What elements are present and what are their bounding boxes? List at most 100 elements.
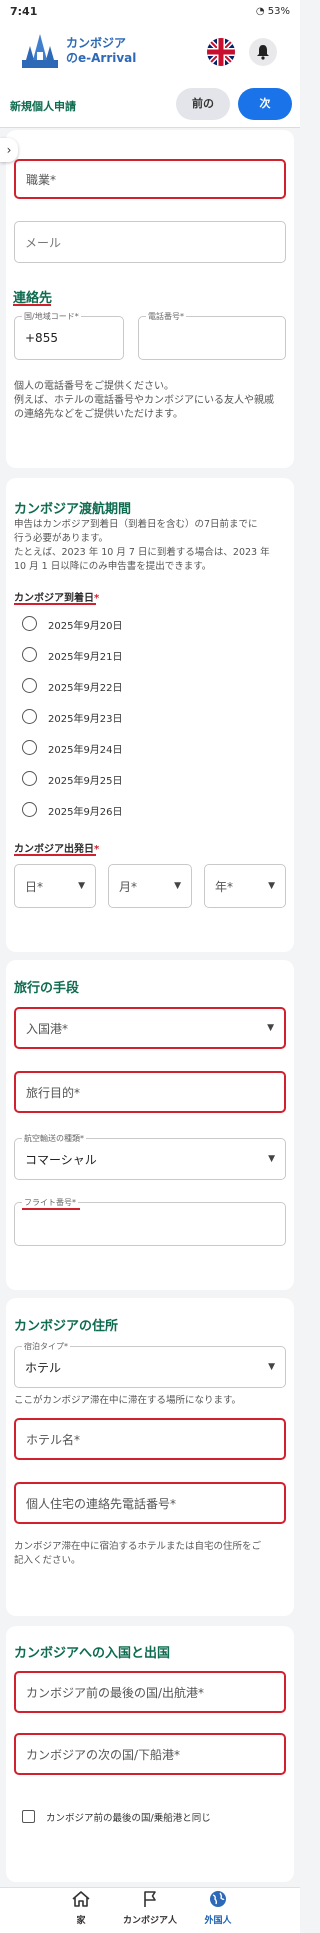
wifi-icon: ◔ [255, 5, 268, 17]
address-help-line: カンボジア滞在中に宿泊するホテルまたは自宅の住所をご [14, 1541, 262, 1552]
arrival-radio[interactable] [22, 616, 37, 631]
contact-help-text: 個人の電話番号をご提供ください。 例えば、ホテルの電話番号やカンボジアにいる友人… [14, 380, 288, 422]
last-port-label: カンボジア前の最後の国/出航港* [26, 1685, 205, 1700]
arrival-date-option: 2025年9月21日 [48, 652, 123, 663]
nav-foreigner-label: 外国人 [204, 1916, 232, 1926]
day-select-label: 日* [25, 879, 44, 894]
phone-number-field[interactable] [138, 316, 286, 360]
arrival-date-option: 2025年9月26日 [48, 807, 123, 818]
travel-help-line: たとえば、2023 年 10 月 7 日に到着する場合は、2023 年 [14, 547, 270, 558]
travel-period-title: カンボジア渡航期間 [14, 502, 132, 517]
arrival-radio[interactable] [22, 740, 37, 755]
arrival-date-label: カンボジア到着日* [14, 593, 100, 604]
hotel-phone-label: 個人住宅の連絡先電話番号* [26, 1496, 177, 1511]
country-code-value: +855 [25, 331, 58, 345]
transport-type-value: コマーシャル [25, 1152, 97, 1167]
hotel-name-label: ホテル名* [26, 1432, 81, 1447]
port-of-entry-label: 入国港* [26, 1021, 69, 1036]
occupation-label: 職業* [26, 172, 57, 187]
port-of-entry-select[interactable]: 入国港* ▼ [14, 1007, 286, 1049]
battery-level: 53% [267, 5, 290, 17]
month-select[interactable]: 月* ▼ [108, 864, 192, 908]
accommodation-type-label: 宿泊タイプ* [22, 1341, 70, 1352]
status-time: 7:41 [10, 4, 38, 18]
arrival-date-option: 2025年9月24日 [48, 745, 123, 756]
travel-purpose-field[interactable]: 旅行目的* [14, 1071, 286, 1113]
next-port-field[interactable]: カンボジアの次の国/下船港* [14, 1733, 286, 1775]
contact-help-line: の連絡先などをご提供いただけます。 [14, 409, 183, 420]
logo-text: カンボジア のe-Arrival [66, 36, 136, 66]
page-title: 新規個人申請 [10, 100, 76, 113]
angkor-logo-icon [20, 30, 60, 72]
nav-home[interactable]: 家 [46, 1890, 116, 1926]
home-icon [72, 1891, 90, 1907]
arrival-radio[interactable] [22, 802, 37, 817]
travel-period-help: 申告はカンボジア到着日（到着日を含む）の7日前までに 行う必要があります。 たと… [14, 518, 290, 574]
travel-help-line: 申告はカンボジア到着日（到着日を含む）の7日前までに [14, 519, 258, 530]
address-help-text: カンボジア滞在中に宿泊するホテルまたは自宅の住所をご 記入ください。 [14, 1540, 290, 1568]
arrival-radio[interactable] [22, 771, 37, 786]
next-button[interactable]: 次 [238, 88, 292, 120]
status-bar: 7:41 ◔ 53% [0, 0, 300, 22]
arrival-date-option: 2025年9月25日 [48, 776, 123, 787]
flight-number-label: フライト番号* [22, 1197, 78, 1208]
day-select[interactable]: 日* ▼ [14, 864, 96, 908]
chevron-down-icon: ▼ [78, 881, 85, 891]
month-select-label: 月* [119, 879, 138, 894]
address-title: カンボジアの住所 [14, 1319, 119, 1334]
chevron-down-icon: ▼ [174, 881, 181, 891]
globe-icon [210, 1891, 226, 1907]
flight-label-underline [22, 1208, 80, 1210]
arrival-radio[interactable] [22, 647, 37, 662]
same-as-label: カンボジア前の最後の国/乗船港と同じ [46, 1813, 211, 1824]
occupation-field[interactable]: 職業* [14, 159, 286, 199]
notification-button[interactable] [249, 38, 277, 66]
same-as-checkbox[interactable] [22, 1810, 35, 1823]
nav-cambodian-label: カンボジア人 [122, 1916, 177, 1926]
country-code-field[interactable]: +855 [14, 316, 124, 360]
departure-date-label: カンボジア出発日* [14, 844, 100, 855]
country-code-label: 国/地域コード* [22, 311, 81, 322]
contact-help-line: 例えば、ホテルの電話番号やカンボジアにいる友人や親戚 [14, 395, 274, 406]
arrival-date-option: 2025年9月22日 [48, 683, 123, 694]
prev-button[interactable]: 前の [176, 88, 230, 120]
phone-number-label: 電話番号* [146, 311, 186, 322]
hotel-phone-field[interactable]: 個人住宅の連絡先電話番号* [14, 1482, 286, 1524]
chevron-right-icon[interactable]: › [0, 138, 18, 162]
address-help-line: 記入ください。 [14, 1555, 81, 1566]
logo-line2: のe-Arrival [66, 51, 137, 65]
arrival-label-underline [14, 603, 96, 605]
travel-help-line: 10 月 1 日以降にのみ申告書を提出できます。 [14, 561, 212, 572]
hotel-name-field[interactable]: ホテル名* [14, 1418, 286, 1460]
bell-icon [257, 45, 269, 60]
contact-help-line: 個人の電話番号をご提供ください。 [14, 381, 174, 392]
chevron-down-icon: ▼ [268, 1362, 275, 1372]
flag-icon [144, 1891, 156, 1907]
entry-exit-title: カンボジアへの入国と出国 [14, 1646, 171, 1661]
stay-help-text: ここがカンボジア滞在中に滞在する場所になります。 [14, 1395, 242, 1406]
contact-title-underline [13, 304, 51, 306]
year-select[interactable]: 年* ▼ [204, 864, 286, 908]
arrival-radio[interactable] [22, 678, 37, 693]
nav-foreigner[interactable]: 外国人 [183, 1890, 253, 1926]
last-port-field[interactable]: カンボジア前の最後の国/出航港* [14, 1671, 286, 1713]
arrival-date-option: 2025年9月23日 [48, 714, 123, 725]
accommodation-type-select[interactable]: ホテル ▼ [14, 1346, 286, 1388]
email-placeholder: メール [25, 235, 62, 250]
travel-purpose-label: 旅行目的* [26, 1085, 81, 1100]
uk-flag-icon[interactable] [207, 38, 235, 66]
travel-help-line: 行う必要があります。 [14, 533, 109, 544]
email-field[interactable]: メール [14, 221, 286, 263]
arrival-radio[interactable] [22, 709, 37, 724]
next-port-label: カンボジアの次の国/下船港* [26, 1747, 181, 1762]
chevron-down-icon: ▼ [268, 1154, 275, 1164]
nav-home-label: 家 [76, 1916, 86, 1926]
travel-means-title: 旅行の手段 [14, 981, 80, 996]
departure-label-underline [14, 854, 96, 856]
nav-cambodian[interactable]: カンボジア人 [115, 1890, 185, 1926]
transport-type-label: 航空輸送の種類* [22, 1133, 86, 1144]
status-right: ◔ 53% [256, 6, 290, 17]
logo-line1: カンボジア [66, 36, 127, 50]
transport-type-select[interactable]: コマーシャル ▼ [14, 1138, 286, 1180]
year-select-label: 年* [215, 879, 234, 894]
